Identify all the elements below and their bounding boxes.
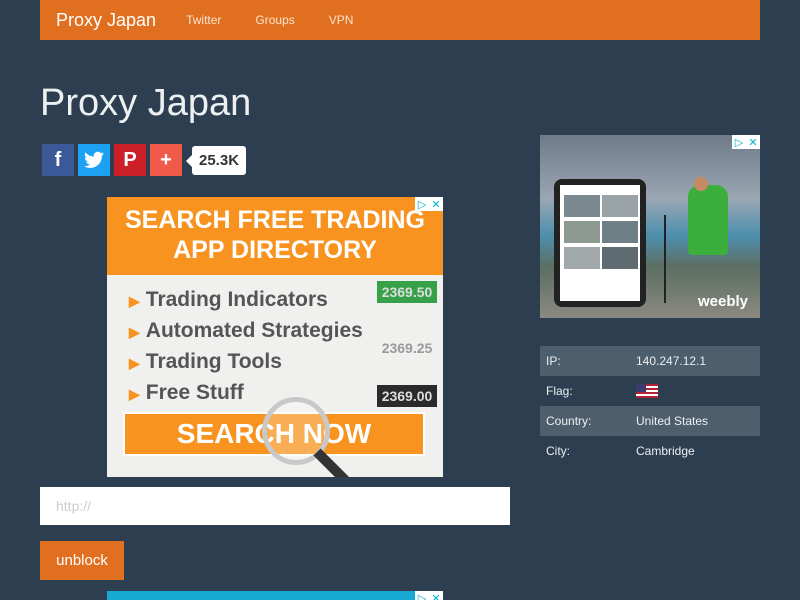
facebook-icon: f (54, 148, 62, 171)
country-label: Country: (546, 414, 592, 428)
thumbnail-image (564, 247, 600, 269)
ip-value: 140.247.12.1 (636, 354, 707, 368)
ad-ticker-price: 2369.00 (377, 385, 437, 407)
ip-label: IP: (546, 354, 561, 368)
arrow-right-icon: ▶ (129, 355, 140, 371)
share-count: 25.3K (185, 145, 247, 175)
ad-choices[interactable]: ▷ ✕ (415, 591, 443, 600)
table-row: Country: United States (540, 406, 760, 436)
arrow-right-icon: ▶ (129, 324, 140, 340)
twitter-icon (84, 151, 104, 168)
ad-headline: SEARCH FREE TRADING APP DIRECTORY (107, 197, 443, 275)
table-row: City: Cambridge (540, 436, 760, 466)
adchoices-icon[interactable]: ▷ (415, 591, 429, 600)
arrow-right-icon: ▶ (129, 293, 140, 309)
nav-link-twitter[interactable]: Twitter (186, 13, 221, 27)
bottom-ad-banner[interactable]: ▷ ✕ (107, 591, 443, 600)
weebly-ad-banner[interactable]: weebly ▷ ✕ (540, 135, 760, 318)
ad-ticker-price: 2369.25 (377, 337, 437, 359)
us-flag-icon (636, 384, 658, 399)
photographer-image (688, 185, 728, 255)
close-icon[interactable]: ✕ (429, 591, 443, 600)
arrow-right-icon: ▶ (129, 386, 140, 402)
thumbnail-image (564, 195, 600, 217)
thumbnail-image (564, 221, 600, 243)
trading-ad-banner[interactable]: SEARCH FREE TRADING APP DIRECTORY 2369.5… (107, 197, 443, 477)
unblock-button[interactable]: unblock (40, 541, 124, 580)
twitter-share-button[interactable] (78, 144, 110, 176)
page-title: Proxy Japan (40, 82, 252, 124)
table-row: IP: 140.247.12.1 (540, 346, 760, 376)
close-icon[interactable]: ✕ (429, 197, 443, 211)
tablet-screen (560, 185, 640, 301)
photographer-head (694, 177, 708, 191)
nav-link-vpn[interactable]: VPN (329, 13, 354, 27)
city-label: City: (546, 444, 570, 458)
ip-info-table: IP: 140.247.12.1 Flag: Country: United S… (540, 346, 760, 466)
nav-link-groups[interactable]: Groups (255, 13, 294, 27)
weebly-logo: weebly (697, 293, 748, 310)
thumbnail-image (602, 247, 638, 269)
ad-ticker-price: 2369.50 (377, 281, 437, 303)
pinterest-share-button[interactable]: P (114, 144, 146, 176)
table-row: Flag: (540, 376, 760, 406)
ad-choices[interactable]: ▷ ✕ (732, 135, 760, 149)
thumbnail-image (602, 195, 638, 217)
top-navbar: Proxy Japan Twitter Groups VPN (40, 0, 760, 40)
more-share-button[interactable]: + (150, 144, 182, 176)
thumbnail-image (602, 221, 638, 243)
city-value: Cambridge (636, 444, 695, 458)
plus-icon: + (160, 148, 172, 171)
ad-headline-line1: SEARCH FREE TRADING (124, 206, 425, 234)
url-input[interactable] (40, 487, 510, 525)
adchoices-icon[interactable]: ▷ (732, 135, 746, 149)
brand-link[interactable]: Proxy Japan (56, 10, 156, 31)
share-bar: f P + 25.3K (42, 144, 247, 176)
close-icon[interactable]: ✕ (746, 135, 760, 149)
ad-headline-line2: APP DIRECTORY (173, 236, 377, 264)
tripod-image (664, 215, 666, 303)
pinterest-icon: P (123, 148, 137, 171)
country-value: United States (636, 414, 709, 428)
facebook-share-button[interactable]: f (42, 144, 74, 176)
ad-choices[interactable]: ▷ ✕ (415, 197, 443, 211)
flag-label: Flag: (546, 384, 573, 398)
adchoices-icon[interactable]: ▷ (415, 197, 429, 211)
tablet-image (554, 179, 646, 307)
